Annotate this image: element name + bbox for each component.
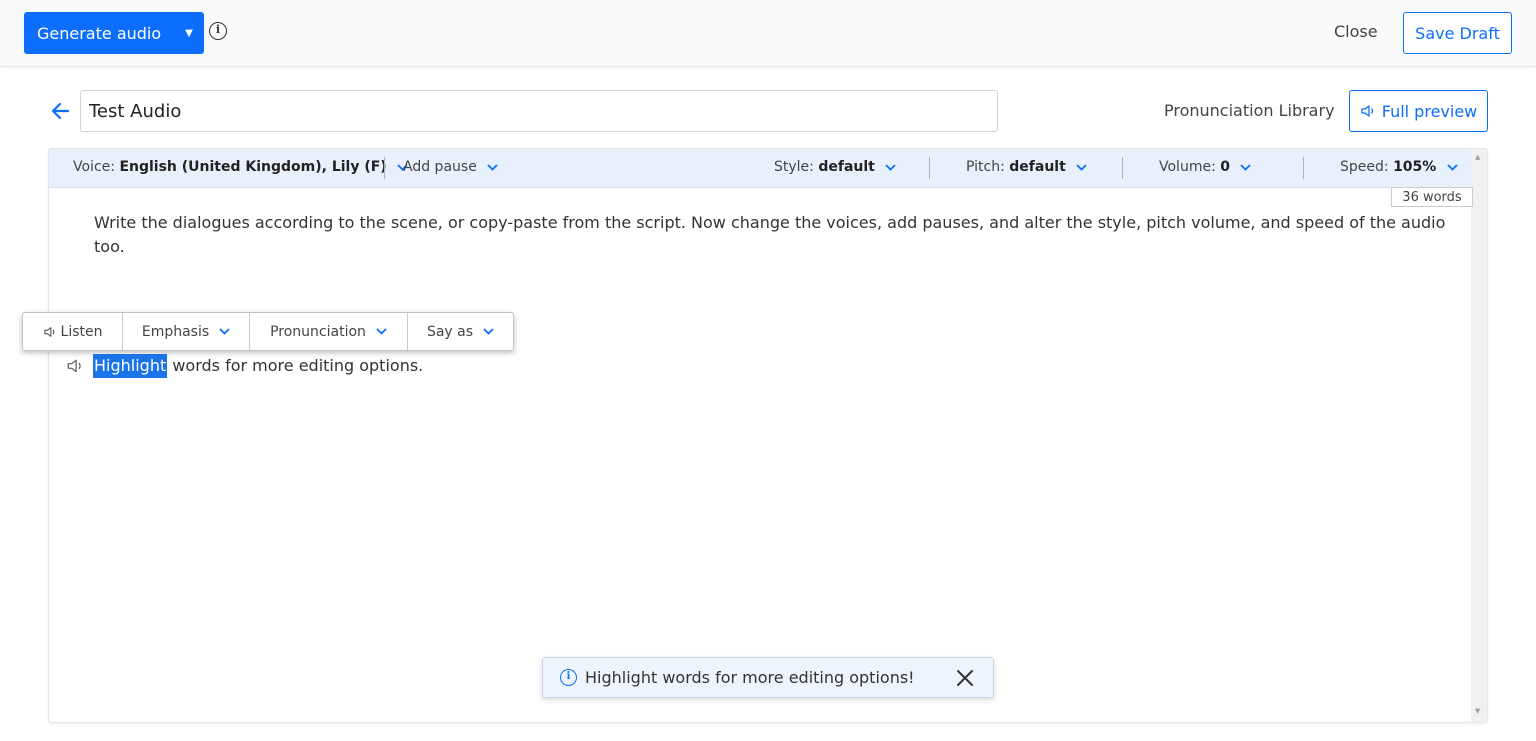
listen-label: Listen — [60, 323, 103, 340]
close-button[interactable]: Close — [1334, 22, 1378, 41]
full-preview-button[interactable]: Full preview — [1349, 90, 1488, 132]
toast-message: Highlight words for more editing options… — [585, 668, 915, 687]
back-arrow-icon[interactable] — [50, 100, 72, 122]
emphasis-dropdown[interactable]: Emphasis — [123, 313, 250, 350]
add-pause-label: Add pause — [403, 159, 477, 175]
top-bar: Generate audio ▼ i Close Save Draft — [0, 0, 1536, 67]
speed-label: Speed: — [1340, 159, 1389, 175]
script-paragraph[interactable]: Write the dialogues according to the sce… — [94, 211, 1454, 259]
voice-toolbar: Voice: English (United Kingdom), Lily (F… — [49, 149, 1471, 188]
volume-dropdown[interactable]: Volume: 0 — [1159, 159, 1252, 175]
highlighted-word[interactable]: Highlight — [93, 354, 168, 378]
script-line[interactable]: Highlight words for more editing options… — [66, 354, 423, 378]
chevron-down-icon — [219, 328, 230, 335]
word-count-badge: 36 words — [1391, 187, 1473, 207]
generate-audio-label: Generate audio — [37, 23, 162, 43]
speed-dropdown[interactable]: Speed: 105% — [1340, 159, 1458, 175]
speaker-icon — [1361, 105, 1373, 117]
say-as-label: Say as — [426, 323, 474, 340]
save-draft-button[interactable]: Save Draft — [1403, 12, 1512, 54]
chevron-down-icon — [483, 328, 494, 335]
style-label: Style: — [774, 159, 814, 175]
speaker-icon — [43, 326, 54, 337]
script-editor: Voice: English (United Kingdom), Lily (F… — [48, 148, 1488, 723]
hint-toast: i Highlight words for more editing optio… — [542, 657, 994, 698]
chevron-down-icon — [885, 163, 896, 171]
speaker-icon[interactable] — [66, 358, 84, 374]
pronunciation-label: Pronunciation — [270, 323, 366, 340]
voice-value: English (United Kingdom), Lily (F) — [119, 159, 387, 175]
style-dropdown[interactable]: Style: default — [774, 159, 896, 175]
pitch-label: Pitch: — [966, 159, 1005, 175]
full-preview-label: Full preview — [1381, 101, 1478, 121]
say-as-dropdown[interactable]: Say as — [408, 313, 513, 350]
pronunciation-library-link[interactable]: Pronunciation Library — [1164, 101, 1335, 120]
caret-down-icon[interactable]: ▼ — [174, 28, 204, 39]
info-icon[interactable]: i — [209, 22, 227, 40]
close-icon[interactable] — [953, 666, 977, 690]
chevron-down-icon — [1076, 163, 1087, 171]
line-text: words for more editing options. — [167, 356, 424, 375]
pitch-value: default — [1009, 159, 1066, 175]
word-edit-popover: Listen Emphasis Pronunciation Say as — [22, 312, 514, 351]
chevron-down-icon — [376, 328, 387, 335]
chevron-down-icon — [487, 163, 498, 171]
voice-label: Voice: — [73, 159, 115, 175]
info-icon: i — [560, 669, 577, 686]
toolbar-divider — [1122, 157, 1123, 179]
emphasis-label: Emphasis — [141, 323, 210, 340]
audio-title-input[interactable] — [80, 90, 998, 132]
toolbar-divider — [929, 157, 930, 179]
speed-value: 105% — [1393, 159, 1437, 175]
volume-value: 0 — [1220, 159, 1230, 175]
scroll-up-icon[interactable]: ▲ — [1475, 153, 1480, 161]
scroll-down-icon[interactable]: ▼ — [1475, 707, 1480, 715]
toolbar-divider — [1303, 157, 1304, 179]
paragraph-line: too. — [94, 237, 125, 256]
generate-audio-button[interactable]: Generate audio ▼ — [24, 12, 204, 54]
editor-scrollbar[interactable]: ▲ ▼ — [1471, 149, 1487, 722]
chevron-down-icon — [1447, 163, 1458, 171]
pitch-dropdown[interactable]: Pitch: default — [966, 159, 1087, 175]
voice-selector[interactable]: Voice: English (United Kingdom), Lily (F… — [73, 159, 408, 175]
pronunciation-dropdown[interactable]: Pronunciation — [250, 313, 408, 350]
add-pause-dropdown[interactable]: Add pause — [403, 159, 498, 175]
style-value: default — [818, 159, 875, 175]
chevron-down-icon — [1240, 163, 1252, 171]
toolbar-divider — [384, 157, 385, 179]
listen-button[interactable]: Listen — [23, 313, 123, 350]
volume-label: Volume: — [1159, 159, 1216, 175]
paragraph-line: Write the dialogues according to the sce… — [94, 213, 1446, 232]
